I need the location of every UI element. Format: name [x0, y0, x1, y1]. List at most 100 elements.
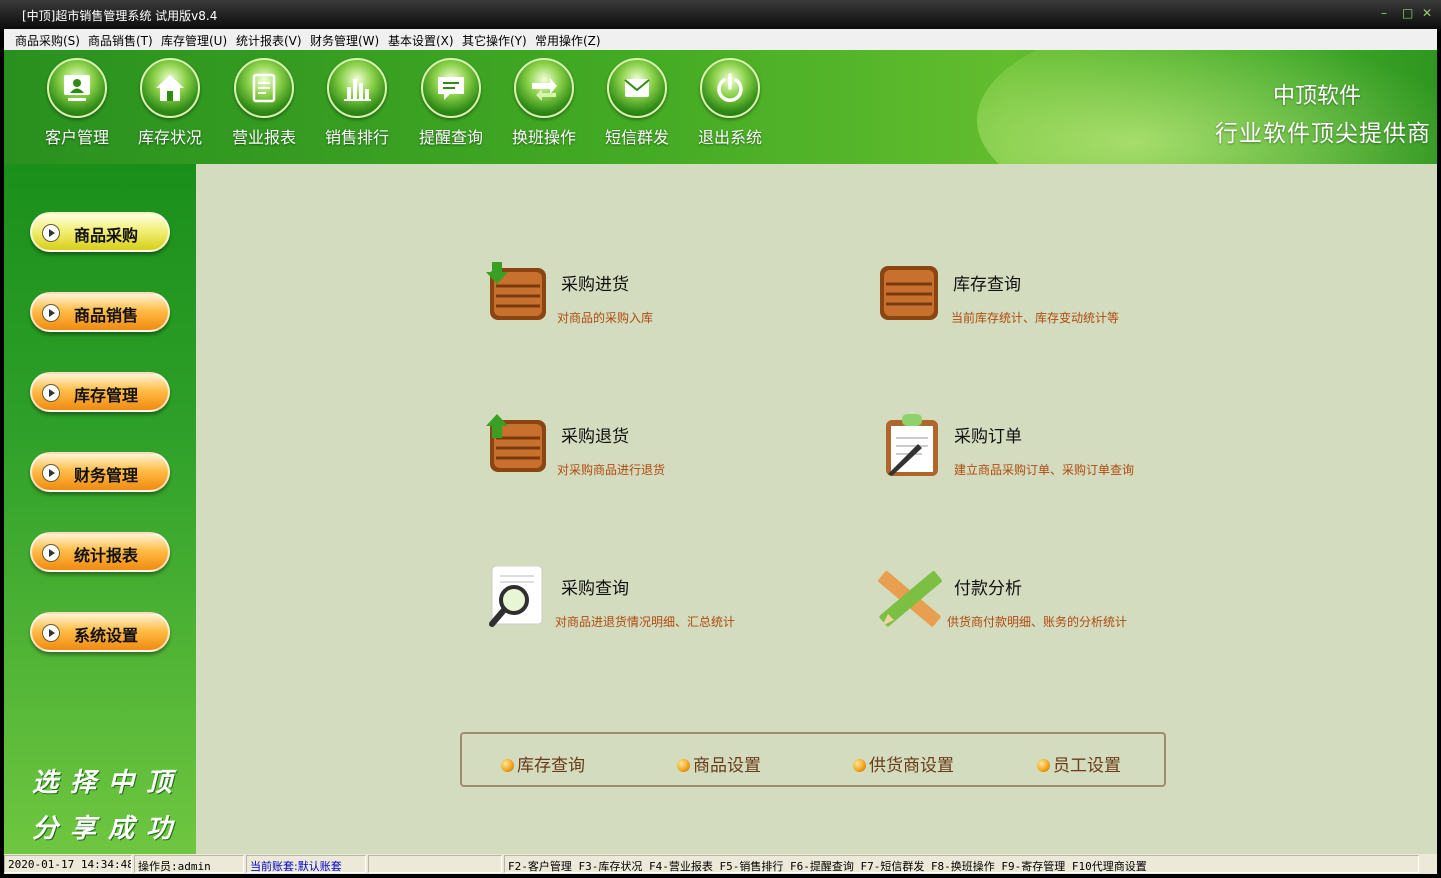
box-icon — [880, 266, 938, 320]
module-title: 库存查询 — [953, 275, 1021, 295]
play-arrow-icon — [42, 384, 60, 402]
menu-finance[interactable]: 财务管理(W) — [310, 32, 379, 49]
menu-purchase[interactable]: 商品采购(S) — [15, 32, 80, 49]
magnifier-icon — [489, 566, 543, 627]
module-title: 采购进货 — [561, 275, 629, 295]
bullet-icon — [853, 759, 866, 772]
tool-shift-change[interactable]: 换班操作 — [504, 58, 584, 148]
clipboard-icon — [886, 414, 938, 476]
quick-link-staff-settings[interactable]: 员工设置 — [1037, 751, 1121, 776]
module-description: 对商品的采购入库 — [557, 311, 654, 325]
sms-icon — [607, 58, 667, 118]
play-arrow-icon — [42, 544, 60, 562]
status-datetime: 2020-01-17 14:34:48 — [4, 855, 132, 873]
sidebar: 商品采购 商品销售 库存管理 财务管理 统计报表 系统设置 选择中顶 分享成功 — [4, 164, 196, 854]
sidebar-item-settings[interactable]: 系统设置 — [30, 612, 170, 652]
menu-common[interactable]: 常用操作(Z) — [535, 32, 601, 49]
module-description: 对商品进退货情况明细、汇总统计 — [555, 615, 736, 629]
status-bar: 2020-01-17 14:34:48 操作员:admin 当前账套:默认账套 … — [4, 854, 1437, 874]
module-purchase-order[interactable]: 采购订单 建立商品采购订单、采购订单查询 — [882, 414, 1172, 484]
quick-links-panel: 库存查询 商品设置 供货商设置 员工设置 — [460, 732, 1166, 787]
tool-customer[interactable]: 客户管理 — [37, 58, 117, 148]
sidebar-item-label: 统计报表 — [74, 546, 139, 565]
menu-basic-settings[interactable]: 基本设置(X) — [388, 32, 454, 49]
module-title: 采购查询 — [561, 579, 629, 599]
tool-stock-status[interactable]: 库存状况 — [130, 58, 210, 148]
brand-tagline: 行业软件顶尖提供商 — [1215, 121, 1431, 147]
home-icon — [140, 58, 200, 118]
close-button[interactable]: ✕ — [1422, 6, 1432, 20]
main-panel: 采购进货 对商品的采购入库 库存查询 当前库存统计、库存变动统计等 采购退货 对… — [196, 164, 1437, 854]
minimize-button[interactable]: – — [1381, 6, 1387, 20]
status-shortcuts: F2-客户管理 F3-库存状况 F4-营业报表 F5-销售排行 F6-提醒查询 … — [504, 855, 1419, 873]
power-icon — [700, 58, 760, 118]
status-empty — [368, 855, 502, 873]
tool-label: 换班操作 — [511, 128, 576, 147]
tool-sms-broadcast[interactable]: 短信群发 — [597, 58, 677, 148]
pencil-ruler-icon — [878, 571, 942, 627]
module-description: 对采购商品进行退货 — [557, 463, 666, 477]
tool-label: 库存状况 — [137, 128, 202, 147]
sidebar-item-label: 商品采购 — [74, 226, 139, 245]
tool-label: 销售排行 — [324, 128, 389, 147]
brand-name: 中顶软件 — [1272, 84, 1361, 109]
menu-inventory[interactable]: 库存管理(U) — [161, 32, 227, 49]
slogan-line2: 分享成功 — [32, 814, 185, 844]
swap-icon — [514, 58, 574, 118]
header-toolbar: 客户管理 库存状况 营业报表 销售排行 提醒查询 换班操作 短信群发 退出系统 … — [4, 50, 1437, 164]
module-stock-query[interactable]: 库存查询 当前库存统计、库存变动统计等 — [878, 262, 1158, 332]
play-arrow-icon — [42, 304, 60, 322]
tool-label: 营业报表 — [231, 128, 296, 147]
tool-label: 提醒查询 — [418, 128, 483, 147]
customer-icon — [47, 58, 107, 118]
status-operator: 操作员:admin — [134, 855, 244, 873]
tool-business-report[interactable]: 营业报表 — [224, 58, 304, 148]
box-in-icon — [486, 262, 546, 320]
tool-label: 短信群发 — [604, 128, 669, 147]
module-purchase-query[interactable]: 采购查询 对商品进退货情况明细、汇总统计 — [486, 566, 776, 636]
status-account: 当前账套:默认账套 — [246, 855, 366, 873]
module-description: 当前库存统计、库存变动统计等 — [951, 311, 1120, 325]
quick-link-product-settings[interactable]: 商品设置 — [677, 751, 761, 776]
play-arrow-icon — [42, 464, 60, 482]
tool-label: 客户管理 — [44, 128, 109, 147]
box-out-icon — [486, 414, 546, 472]
brand-logo: 中顶软件 行业软件顶尖提供商 — [1215, 78, 1431, 148]
tool-exit-system[interactable]: 退出系统 — [690, 58, 770, 148]
menu-bar: 商品采购(S) 商品销售(T) 库存管理(U) 统计报表(V) 财务管理(W) … — [4, 29, 1437, 50]
tool-label: 退出系统 — [697, 128, 762, 147]
sidebar-item-sales[interactable]: 商品销售 — [30, 292, 170, 332]
sidebar-item-label: 系统设置 — [74, 626, 139, 645]
sidebar-item-finance[interactable]: 财务管理 — [30, 452, 170, 492]
sidebar-item-reports[interactable]: 统计报表 — [30, 532, 170, 572]
play-arrow-icon — [42, 224, 60, 242]
module-description: 供货商付款明细、账务的分析统计 — [947, 615, 1128, 629]
menu-reports[interactable]: 统计报表(V) — [236, 32, 302, 49]
module-description: 建立商品采购订单、采购订单查询 — [954, 463, 1135, 477]
message-icon — [421, 58, 481, 118]
report-icon — [234, 58, 294, 118]
module-title: 付款分析 — [954, 579, 1022, 599]
module-title: 采购订单 — [954, 427, 1022, 447]
sidebar-item-inventory[interactable]: 库存管理 — [30, 372, 170, 412]
bar-chart-icon — [327, 58, 387, 118]
module-title: 采购退货 — [561, 427, 629, 447]
maximize-button[interactable]: □ — [1402, 6, 1413, 20]
bullet-icon — [501, 759, 514, 772]
bullet-icon — [1037, 759, 1050, 772]
sidebar-item-label: 财务管理 — [74, 466, 139, 485]
sidebar-item-label: 商品销售 — [74, 306, 139, 325]
window-title: [中顶]超市销售管理系统 试用版v8.4 — [22, 9, 218, 23]
sidebar-item-purchase[interactable]: 商品采购 — [30, 212, 170, 252]
quick-link-supplier-settings[interactable]: 供货商设置 — [853, 751, 954, 776]
menu-other[interactable]: 其它操作(Y) — [462, 32, 527, 49]
module-payment-analysis[interactable]: 付款分析 供货商付款明细、账务的分析统计 — [878, 566, 1168, 636]
module-purchase-return[interactable]: 采购退货 对采购商品进行退货 — [486, 414, 716, 484]
tool-sales-ranking[interactable]: 销售排行 — [317, 58, 397, 148]
slogan-line1: 选择中顶 — [32, 768, 185, 798]
menu-sales[interactable]: 商品销售(T) — [88, 32, 153, 49]
bullet-icon — [677, 759, 690, 772]
tool-reminder-query[interactable]: 提醒查询 — [411, 58, 491, 148]
module-purchase-in[interactable]: 采购进货 对商品的采购入库 — [486, 262, 716, 332]
quick-link-stock-query[interactable]: 库存查询 — [501, 751, 585, 776]
